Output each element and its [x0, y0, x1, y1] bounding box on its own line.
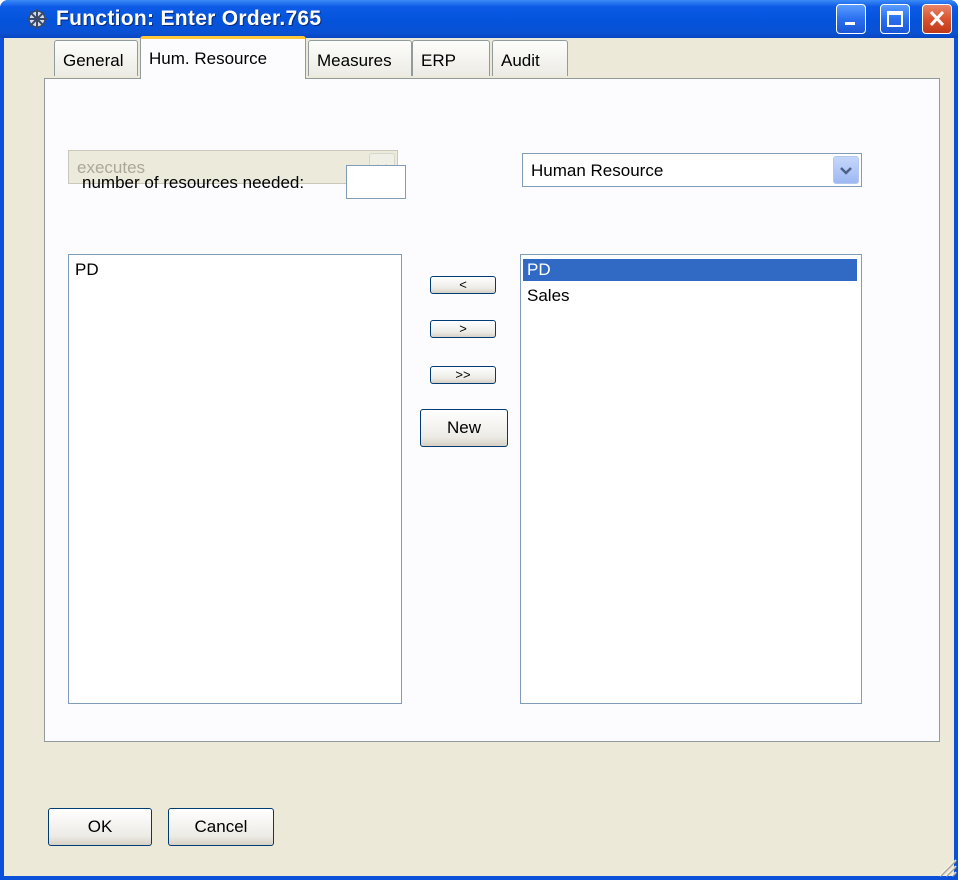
- resource-type-combo[interactable]: Human Resource: [522, 153, 862, 187]
- move-all-right-button[interactable]: >>: [430, 366, 496, 384]
- minimize-button[interactable]: [836, 4, 866, 34]
- title-bar[interactable]: Function: Enter Order.765: [0, 0, 958, 38]
- tab-erp[interactable]: ERP: [412, 40, 490, 76]
- ok-button[interactable]: OK: [48, 808, 152, 846]
- resources-needed-label: number of resources needed:: [82, 173, 305, 192]
- tab-general[interactable]: General: [54, 40, 138, 76]
- list-item[interactable]: PD: [71, 259, 397, 281]
- tab-audit[interactable]: Audit: [492, 40, 568, 76]
- tab-measures[interactable]: Measures: [308, 40, 412, 76]
- resource-type-combo-value: Human Resource: [531, 161, 664, 180]
- app-gear-icon: [27, 9, 47, 29]
- new-button[interactable]: New: [420, 409, 508, 447]
- available-resources-list[interactable]: PD Sales: [520, 254, 862, 704]
- list-item-selected[interactable]: PD: [523, 259, 857, 281]
- move-right-button[interactable]: >: [430, 320, 496, 338]
- minimize-icon: [845, 22, 855, 25]
- combo-arrow-button[interactable]: [833, 156, 859, 184]
- cancel-button[interactable]: Cancel: [168, 808, 274, 846]
- move-left-button[interactable]: <: [430, 276, 496, 294]
- list-item[interactable]: Sales: [523, 285, 857, 307]
- window-title: Function: Enter Order.765: [56, 7, 322, 30]
- maximize-icon: [887, 11, 903, 27]
- close-button[interactable]: [922, 4, 952, 34]
- chevron-down-icon: [840, 167, 852, 175]
- assigned-resources-list[interactable]: PD: [68, 254, 402, 704]
- maximize-button[interactable]: [880, 4, 910, 34]
- resources-needed-input[interactable]: [346, 165, 406, 199]
- tab-hum-resource[interactable]: Hum. Resource: [140, 36, 306, 79]
- close-icon: [929, 10, 945, 27]
- resize-grip-icon[interactable]: [936, 856, 958, 878]
